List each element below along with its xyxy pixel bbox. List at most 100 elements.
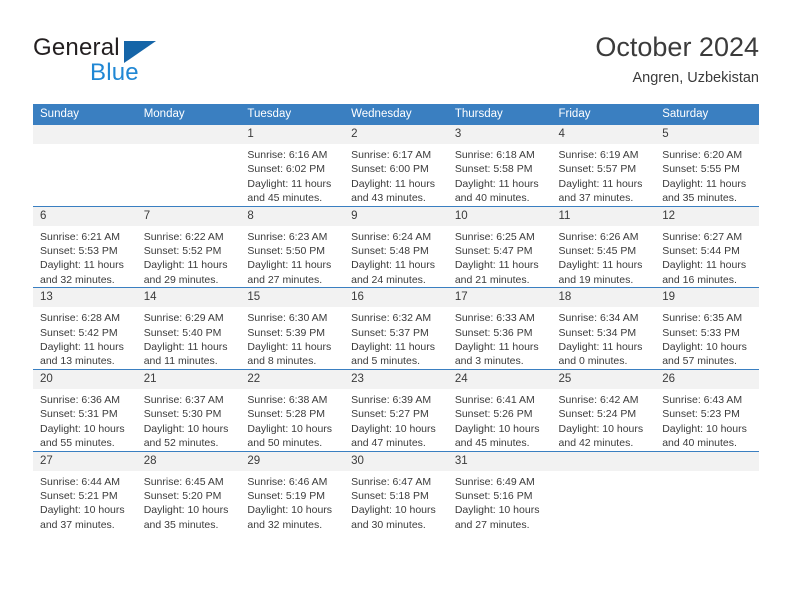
day-cell[interactable]: 5 Sunrise: 6:20 AM Sunset: 5:55 PM Daylight… [655,125,759,207]
sunrise-text: Sunrise: 6:29 AM [143,312,224,325]
day-cell[interactable]: 4 Sunrise: 6:19 AM Sunset: 5:57 PM Daylight… [551,125,656,207]
daylight-text-line2: and 37 minutes. [40,518,115,531]
day-number: 30 [344,451,448,471]
day-cell[interactable]: 30 Sunrise: 6:47 AM Sunset: 5:18 PM Dayligh… [344,450,448,533]
day-cell[interactable]: 31 Sunrise: 6:49 AM Sunset: 5:16 PM Dayligh… [447,450,552,533]
day-number: 15 [240,288,345,308]
day-cell[interactable]: 28 Sunrise: 6:45 AM Sunset: 5:20 PM Dayligh… [136,450,241,533]
day-cell[interactable]: 16 Sunrise: 6:32 AM Sunset: 5:37 PM Dayligh… [344,287,448,370]
day-details: Sunrise: 6:19 AM Sunset: 5:57 PM Daylight:… [552,144,656,206]
sunrise-text: Sunrise: 6:39 AM [351,393,432,406]
day-number: 9 [344,206,448,226]
day-cell[interactable]: 15 Sunrise: 6:30 AM Sunset: 5:39 PM Dayligh… [240,287,345,370]
logo-text-blue: Blue [90,59,139,86]
day-cell[interactable]: 25 Sunrise: 6:42 AM Sunset: 5:24 PM Dayligh… [551,368,656,451]
sunset-text: Sunset: 5:34 PM [558,326,637,339]
day-cell[interactable]: 17 Sunrise: 6:33 AM Sunset: 5:36 PM Dayligh… [447,287,552,370]
daylight-text-line2: and 42 minutes. [558,437,634,450]
daylight-text-line2: and 50 minutes. [247,437,323,450]
page-header: General Blue October 2024 Angren, Uzbeki… [0,0,792,104]
day-cell[interactable]: 14 Sunrise: 6:29 AM Sunset: 5:40 PM Dayligh… [136,287,241,370]
sunrise-text: Sunrise: 6:26 AM [558,230,639,243]
day-cell[interactable]: 7 Sunrise: 6:22 AM Sunset: 5:52 PM Daylight… [136,205,241,288]
day-cell[interactable]: 20 Sunrise: 6:36 AM Sunset: 5:31 PM Dayligh… [33,368,137,451]
daylight-text-line1: Daylight: 11 hours [558,259,643,272]
daylight-text-line2: and 52 minutes. [143,437,219,450]
daylight-text-line1: Daylight: 11 hours [558,177,643,190]
day-cell[interactable]: 13 Sunrise: 6:28 AM Sunset: 5:42 PM Dayligh… [33,287,137,370]
sunrise-text: Sunrise: 6:17 AM [351,149,432,161]
day-details: Sunrise: 6:26 AM Sunset: 5:45 PM Daylight:… [552,226,656,288]
daylight-text-line1: Daylight: 10 hours [143,422,229,435]
day-cell[interactable]: 23 Sunrise: 6:39 AM Sunset: 5:27 PM Dayligh… [344,368,448,451]
day-cell[interactable]: 11 Sunrise: 6:26 AM Sunset: 5:45 PM Dayligh… [551,205,656,288]
calendar-week-row: 20 Sunrise: 6:36 AM Sunset: 5:31 PM Dayligh… [33,368,759,451]
day-number: 24 [447,369,552,389]
daylight-text-line1: Daylight: 11 hours [351,341,435,354]
sunrise-text: Sunrise: 6:42 AM [558,393,639,406]
day-cell[interactable]: 3 Sunrise: 6:18 AM Sunset: 5:58 PM Daylight… [447,125,552,207]
sunset-text: Sunset: 5:20 PM [143,489,222,502]
day-details: Sunrise: 6:18 AM Sunset: 5:58 PM Daylight:… [448,144,552,206]
day-cell[interactable]: 27 Sunrise: 6:44 AM Sunset: 5:21 PM Dayligh… [33,450,137,533]
day-number: 31 [447,451,552,471]
sunrise-text: Sunrise: 6:20 AM [662,149,743,161]
sunset-text: Sunset: 5:52 PM [143,245,222,258]
daylight-text-line1: Daylight: 11 hours [454,341,539,354]
daylight-text-line1: Daylight: 10 hours [351,504,436,517]
day-cell[interactable]: 10 Sunrise: 6:25 AM Sunset: 5:47 PM Dayligh… [447,205,552,288]
weekday-header-monday: Monday [136,104,241,125]
day-cell[interactable]: 21 Sunrise: 6:37 AM Sunset: 5:30 PM Dayligh… [136,368,241,451]
general-blue-logo[interactable]: General Blue [33,34,263,90]
day-cell[interactable]: 24 Sunrise: 6:41 AM Sunset: 5:26 PM Dayligh… [447,368,552,451]
day-cell[interactable]: 18 Sunrise: 6:34 AM Sunset: 5:34 PM Dayligh… [551,287,656,370]
sunset-text: Sunset: 5:53 PM [40,245,118,258]
day-details: Sunrise: 6:30 AM Sunset: 5:39 PM Daylight:… [240,307,344,369]
sunset-text: Sunset: 5:28 PM [247,408,326,421]
day-number [655,451,759,471]
daylight-text-line2: and 37 minutes. [558,192,634,205]
sunrise-text: Sunrise: 6:47 AM [351,475,432,488]
day-cell[interactable]: 26 Sunrise: 6:43 AM Sunset: 5:23 PM Dayligh… [655,368,759,451]
sunrise-text: Sunrise: 6:34 AM [558,312,639,325]
day-number [136,125,241,144]
daylight-text-line2: and 45 minutes. [454,437,530,450]
day-details: Sunrise: 6:24 AM Sunset: 5:48 PM Daylight:… [344,226,448,288]
day-cell[interactable]: 9 Sunrise: 6:24 AM Sunset: 5:48 PM Daylight… [344,205,448,288]
day-details: Sunrise: 6:46 AM Sunset: 5:19 PM Daylight:… [240,471,344,533]
day-number: 3 [447,125,552,144]
day-details: Sunrise: 6:25 AM Sunset: 5:47 PM Daylight:… [448,226,552,288]
daylight-text-line1: Daylight: 11 hours [143,341,228,354]
sunrise-text: Sunrise: 6:33 AM [454,312,535,325]
day-cell[interactable]: 29 Sunrise: 6:46 AM Sunset: 5:19 PM Dayligh… [240,450,345,533]
calendar-week-row: 1 Sunrise: 6:16 AM Sunset: 6:02 PM Daylight… [33,125,759,207]
daylight-text-line1: Daylight: 11 hours [40,259,124,272]
sunset-text: Sunset: 5:48 PM [351,245,429,258]
sunset-text: Sunset: 5:57 PM [558,163,637,176]
weekday-header-saturday: Saturday [655,104,759,125]
day-cell[interactable]: 6 Sunrise: 6:21 AM Sunset: 5:53 PM Daylight… [33,205,137,288]
day-cell[interactable]: 19 Sunrise: 6:35 AM Sunset: 5:33 PM Dayligh… [655,287,759,370]
day-cell[interactable]: 1 Sunrise: 6:16 AM Sunset: 6:02 PM Daylight… [240,125,345,207]
daylight-text-line2: and 0 minutes. [558,355,628,368]
daylight-text-line2: and 27 minutes. [454,518,530,531]
day-cell[interactable]: 12 Sunrise: 6:27 AM Sunset: 5:44 PM Dayligh… [655,205,759,288]
day-number: 21 [136,369,241,389]
sunrise-text: Sunrise: 6:37 AM [143,393,224,406]
page-title: October 2024 [595,32,759,62]
day-cell[interactable]: 22 Sunrise: 6:38 AM Sunset: 5:28 PM Dayligh… [240,368,345,451]
sunrise-text: Sunrise: 6:35 AM [662,312,743,325]
day-number: 26 [655,369,759,389]
day-cell-empty [33,125,137,207]
daylight-text-line2: and 40 minutes. [454,192,530,205]
daylight-text-line1: Daylight: 11 hours [143,259,228,272]
day-cell[interactable]: 2 Sunrise: 6:17 AM Sunset: 6:00 PM Daylight… [344,125,448,207]
sunrise-text: Sunrise: 6:24 AM [351,230,432,243]
day-details: Sunrise: 6:32 AM Sunset: 5:37 PM Daylight:… [344,307,448,369]
day-details: Sunrise: 6:44 AM Sunset: 5:21 PM Daylight:… [33,471,137,533]
sunrise-text: Sunrise: 6:45 AM [143,475,224,488]
sunset-text: Sunset: 6:00 PM [351,163,429,176]
day-cell[interactable]: 8 Sunrise: 6:23 AM Sunset: 5:50 PM Daylight… [240,205,345,288]
page-subtitle: Angren, Uzbekistan [632,70,759,86]
daylight-text-line1: Daylight: 10 hours [662,422,747,435]
